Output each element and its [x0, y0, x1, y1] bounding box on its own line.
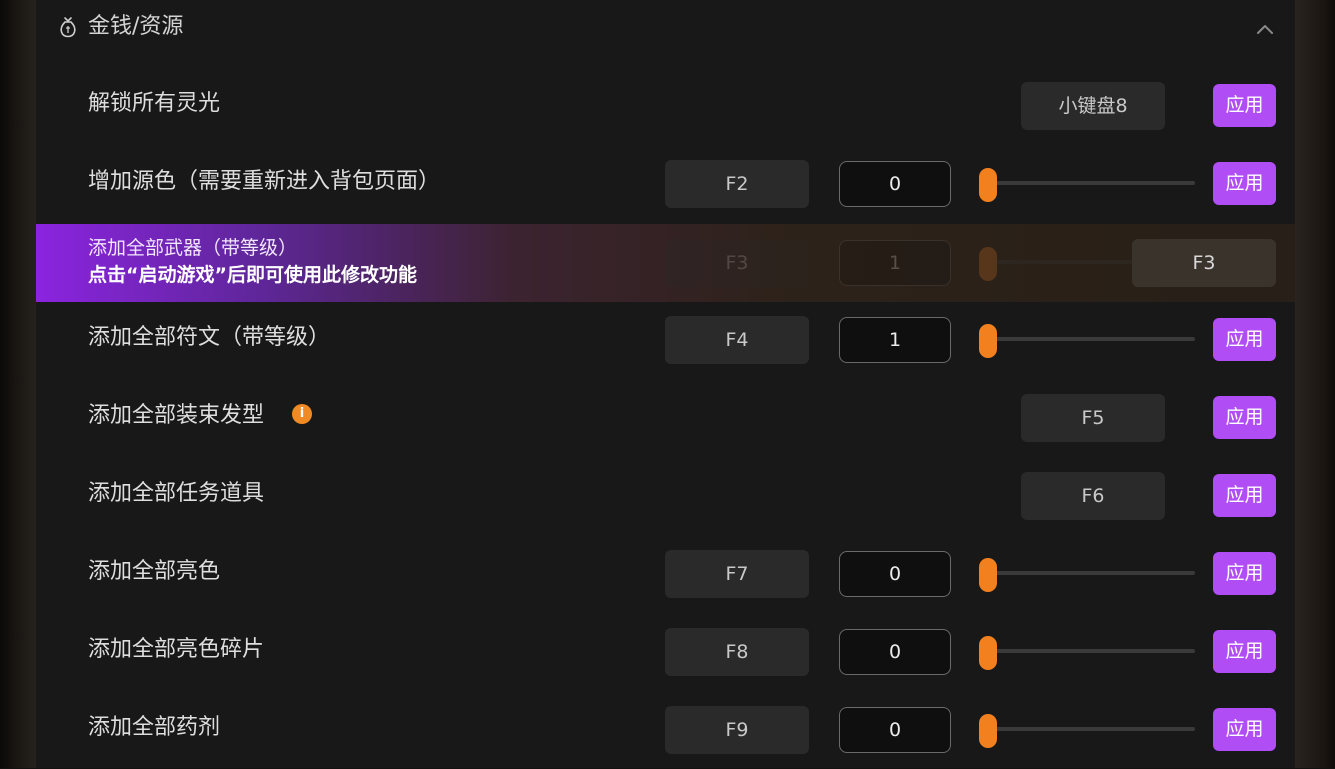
cheat-label: 添加全部符文（带等级） — [88, 325, 331, 350]
section-title: 金钱/资源 — [88, 14, 184, 39]
apply-button[interactable]: 应用 — [1213, 162, 1276, 205]
quantity-input[interactable]: 0 — [839, 629, 951, 675]
hotkey-button[interactable]: F8 — [665, 628, 809, 676]
cheat-row-add-all-runes: 添加全部符文（带等级） F4 1 应用 — [36, 301, 1295, 379]
section-panel: 金钱/资源 解锁所有灵光 小键盘8 应用 增加源色（需要重新进入背包页面） F2… — [36, 0, 1295, 768]
money-bag-icon — [60, 17, 76, 38]
quantity-slider-handle[interactable] — [979, 324, 997, 358]
cheat-row-add-all-bright-colors: 添加全部亮色 F7 0 应用 — [36, 535, 1295, 613]
cheat-row-add-source-color: 增加源色（需要重新进入背包页面） F2 0 应用 — [36, 145, 1295, 223]
hotkey-button: F3 — [665, 239, 809, 287]
hotkey-button[interactable]: F2 — [665, 160, 809, 208]
cheat-label: 添加全部装束发型 — [88, 403, 265, 428]
quantity-input[interactable]: 1 — [839, 317, 951, 363]
quantity-input[interactable]: 0 — [839, 707, 951, 753]
hotkey-button[interactable]: F7 — [665, 550, 809, 598]
section-header: 金钱/资源 — [36, 0, 1295, 56]
apply-button[interactable]: 应用 — [1213, 708, 1276, 751]
cheat-row-unlock-aura: 解锁所有灵光 小键盘8 应用 — [36, 67, 1295, 145]
apply-button[interactable]: 应用 — [1213, 474, 1276, 517]
quantity-slider-handle[interactable] — [979, 558, 997, 592]
cheat-row-add-all-quest-items: 添加全部任务道具 F6 应用 — [36, 457, 1295, 535]
hotkey-button[interactable]: F4 — [665, 316, 809, 364]
apply-button[interactable]: 应用 — [1213, 84, 1276, 127]
quantity-slider-track[interactable] — [988, 727, 1195, 731]
cheat-label: 添加全部武器（带等级） — [88, 237, 298, 259]
cheat-row-add-all-potions: 添加全部药剂 F9 0 应用 — [36, 691, 1295, 769]
apply-button[interactable]: 应用 — [1213, 318, 1276, 361]
apply-button[interactable]: 应用 — [1213, 552, 1276, 595]
hotkey-button[interactable]: 小键盘8 — [1021, 82, 1165, 130]
quantity-slider-handle — [979, 247, 997, 281]
cheat-row-add-all-weapons: F3 1 添加全部武器（带等级） 点击“启动游戏”后即可使用此修改功能 F3 — [36, 224, 1295, 302]
cheat-row-add-all-outfits: 添加全部装束发型 i F5 应用 — [36, 379, 1295, 457]
chevron-up-icon[interactable] — [1252, 16, 1278, 42]
hotkey-button[interactable]: F6 — [1021, 472, 1165, 520]
quantity-slider-handle[interactable] — [979, 168, 997, 202]
quantity-slider-track[interactable] — [988, 337, 1195, 341]
quantity-input[interactable]: 0 — [839, 161, 951, 207]
quantity-slider-handle[interactable] — [979, 714, 997, 748]
apply-button[interactable]: 应用 — [1213, 396, 1276, 439]
quantity-slider-handle[interactable] — [979, 636, 997, 670]
cheat-label: 添加全部亮色 — [88, 559, 221, 584]
cheat-label: 增加源色（需要重新进入背包页面） — [88, 169, 441, 194]
info-icon[interactable]: i — [292, 404, 312, 424]
cheat-label: 添加全部任务道具 — [88, 481, 265, 506]
hotkey-button[interactable]: F3 — [1132, 239, 1276, 287]
cheat-label: 添加全部亮色碎片 — [88, 637, 265, 662]
background-right — [1295, 0, 1335, 768]
cheat-label: 添加全部药剂 — [88, 715, 221, 740]
background-left — [0, 0, 36, 768]
cheat-row-add-all-bright-color-shards: 添加全部亮色碎片 F8 0 应用 — [36, 613, 1295, 691]
apply-button[interactable]: 应用 — [1213, 630, 1276, 673]
hotkey-button[interactable]: F9 — [665, 706, 809, 754]
cheat-label: 解锁所有灵光 — [88, 91, 221, 116]
hotkey-button[interactable]: F5 — [1021, 394, 1165, 442]
quantity-slider-track[interactable] — [988, 181, 1195, 185]
quantity-slider-track[interactable] — [988, 649, 1195, 653]
quantity-slider-track[interactable] — [988, 571, 1195, 575]
quantity-input[interactable]: 0 — [839, 551, 951, 597]
quantity-input: 1 — [839, 240, 951, 286]
start-game-hint: 点击“启动游戏”后即可使用此修改功能 — [88, 264, 417, 286]
